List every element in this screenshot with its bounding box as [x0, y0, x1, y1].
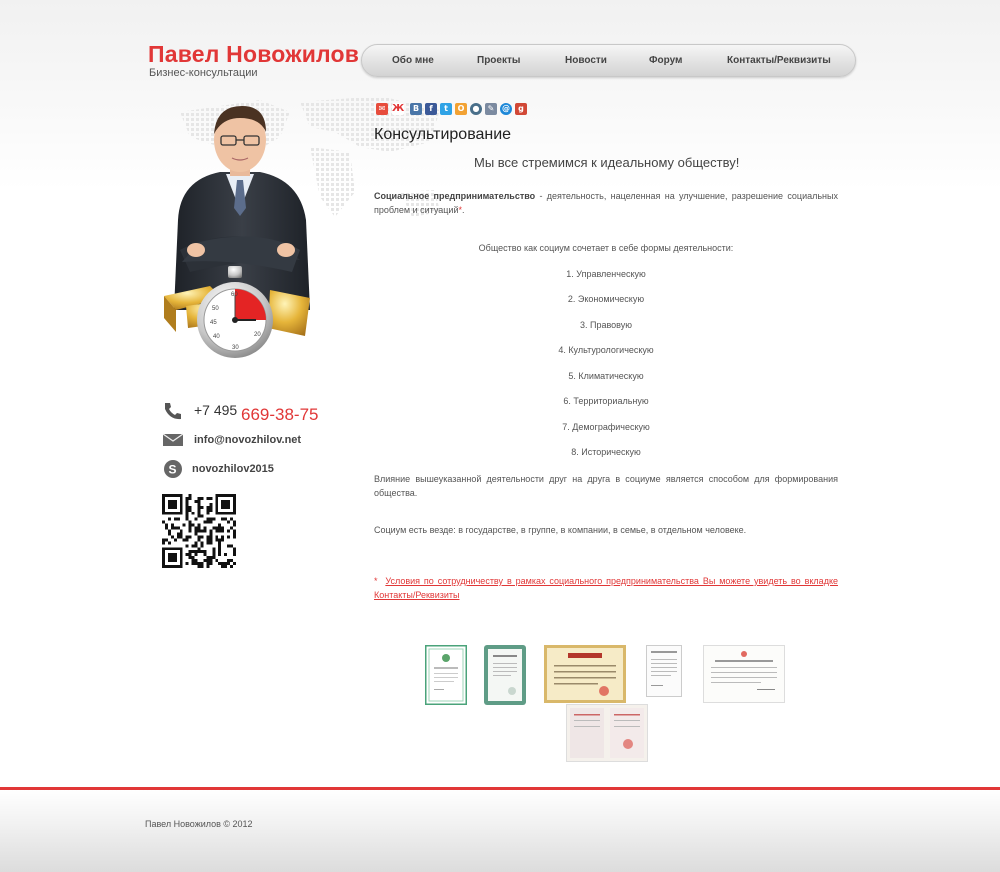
society-paragraph: Социум есть везде: в государстве, в груп…	[374, 525, 747, 535]
site-title[interactable]: Павел Новожилов	[148, 41, 359, 68]
twitter-icon[interactable]: t	[440, 103, 452, 115]
certificate-thumbnail[interactable]	[646, 645, 682, 697]
list-item: 1. Управленческую	[566, 269, 646, 279]
gmail-icon[interactable]: ✉	[376, 103, 388, 115]
list-item: 7. Демографическую	[562, 422, 650, 432]
site-subtitle: Бизнес-консультации	[149, 67, 258, 79]
svg-text:20: 20	[254, 332, 261, 338]
nav-item-contacts[interactable]: Контакты/Реквизиты	[727, 55, 831, 66]
certificate-thumbnail[interactable]	[566, 704, 648, 762]
certificate-thumbnail[interactable]	[425, 645, 467, 705]
certificate-thumbnail[interactable]	[703, 645, 785, 703]
slogan: Мы все стремимся к идеальному обществу!	[474, 155, 740, 170]
nav-item-projects[interactable]: Проекты	[477, 55, 520, 66]
nav-item-about[interactable]: Обо мне	[392, 55, 434, 66]
list-item: 3. Правовую	[579, 320, 632, 330]
svg-text:40: 40	[213, 334, 220, 340]
phone-icon	[165, 403, 181, 420]
livejournal-icon[interactable]: ●	[470, 103, 482, 115]
certificate-thumbnail[interactable]	[544, 645, 626, 703]
svg-text:30: 30	[232, 345, 239, 351]
delicious-icon[interactable]: ✎	[485, 103, 497, 115]
portrait-photo: 60 50 45 40 30 20	[164, 106, 310, 358]
main-nav: Обо мне Проекты Новости Форум Контакты/Р…	[361, 44, 856, 77]
footer	[0, 790, 1000, 872]
certificate-thumbnail[interactable]	[484, 645, 526, 705]
list-item: 5. Климатическую	[568, 371, 644, 381]
nav-item-forum[interactable]: Форум	[649, 55, 682, 66]
skype-icon: S	[164, 460, 182, 478]
cooperation-link[interactable]: Условия по сотрудничеству в рамках социа…	[374, 576, 838, 600]
definition-end: .	[462, 205, 465, 215]
svg-text:45: 45	[210, 320, 217, 326]
phone-prefix: +7 495	[194, 402, 238, 418]
list-item: 6. Территориальную	[563, 396, 649, 406]
list-item: 4. Культурологическую	[558, 345, 654, 355]
cooperation-note: * Условия по сотрудничеству в рамках соц…	[374, 574, 838, 602]
list-item: 2. Экономическую	[567, 294, 645, 304]
moikrug-icon[interactable]: Ж	[392, 103, 404, 115]
definition-term: Социальное предпринимательство	[374, 191, 536, 201]
svg-text:S: S	[169, 463, 177, 477]
copyright: Павел Новожилов © 2012	[145, 819, 253, 829]
intro-text: Общество как социум сочетает в себе форм…	[478, 243, 734, 253]
mail-icon	[162, 433, 184, 446]
definition-paragraph: Социальное предпринимательство - деятель…	[374, 189, 838, 217]
svg-text:60: 60	[231, 292, 238, 298]
odnoklassniki-icon[interactable]: O	[455, 103, 467, 115]
vk-icon[interactable]: B	[410, 103, 422, 115]
facebook-icon[interactable]: f	[425, 103, 437, 115]
googleplus-icon[interactable]: g	[515, 103, 527, 115]
skype-handle: novozhilov2015	[192, 463, 274, 475]
list-item: 8. Историческую	[571, 447, 641, 457]
mailru-icon[interactable]: @	[500, 103, 512, 115]
qr-code	[162, 494, 236, 568]
note-star: *	[374, 576, 378, 586]
email-link[interactable]: info@novozhilov.net	[194, 434, 301, 446]
nav-item-news[interactable]: Новости	[565, 55, 607, 66]
svg-text:50: 50	[212, 306, 219, 312]
influence-paragraph: Влияние вышеуказанной деятельности друг …	[374, 474, 838, 498]
page-title: Консультирование	[374, 126, 512, 143]
phone-number: 669-38-75	[241, 405, 319, 424]
